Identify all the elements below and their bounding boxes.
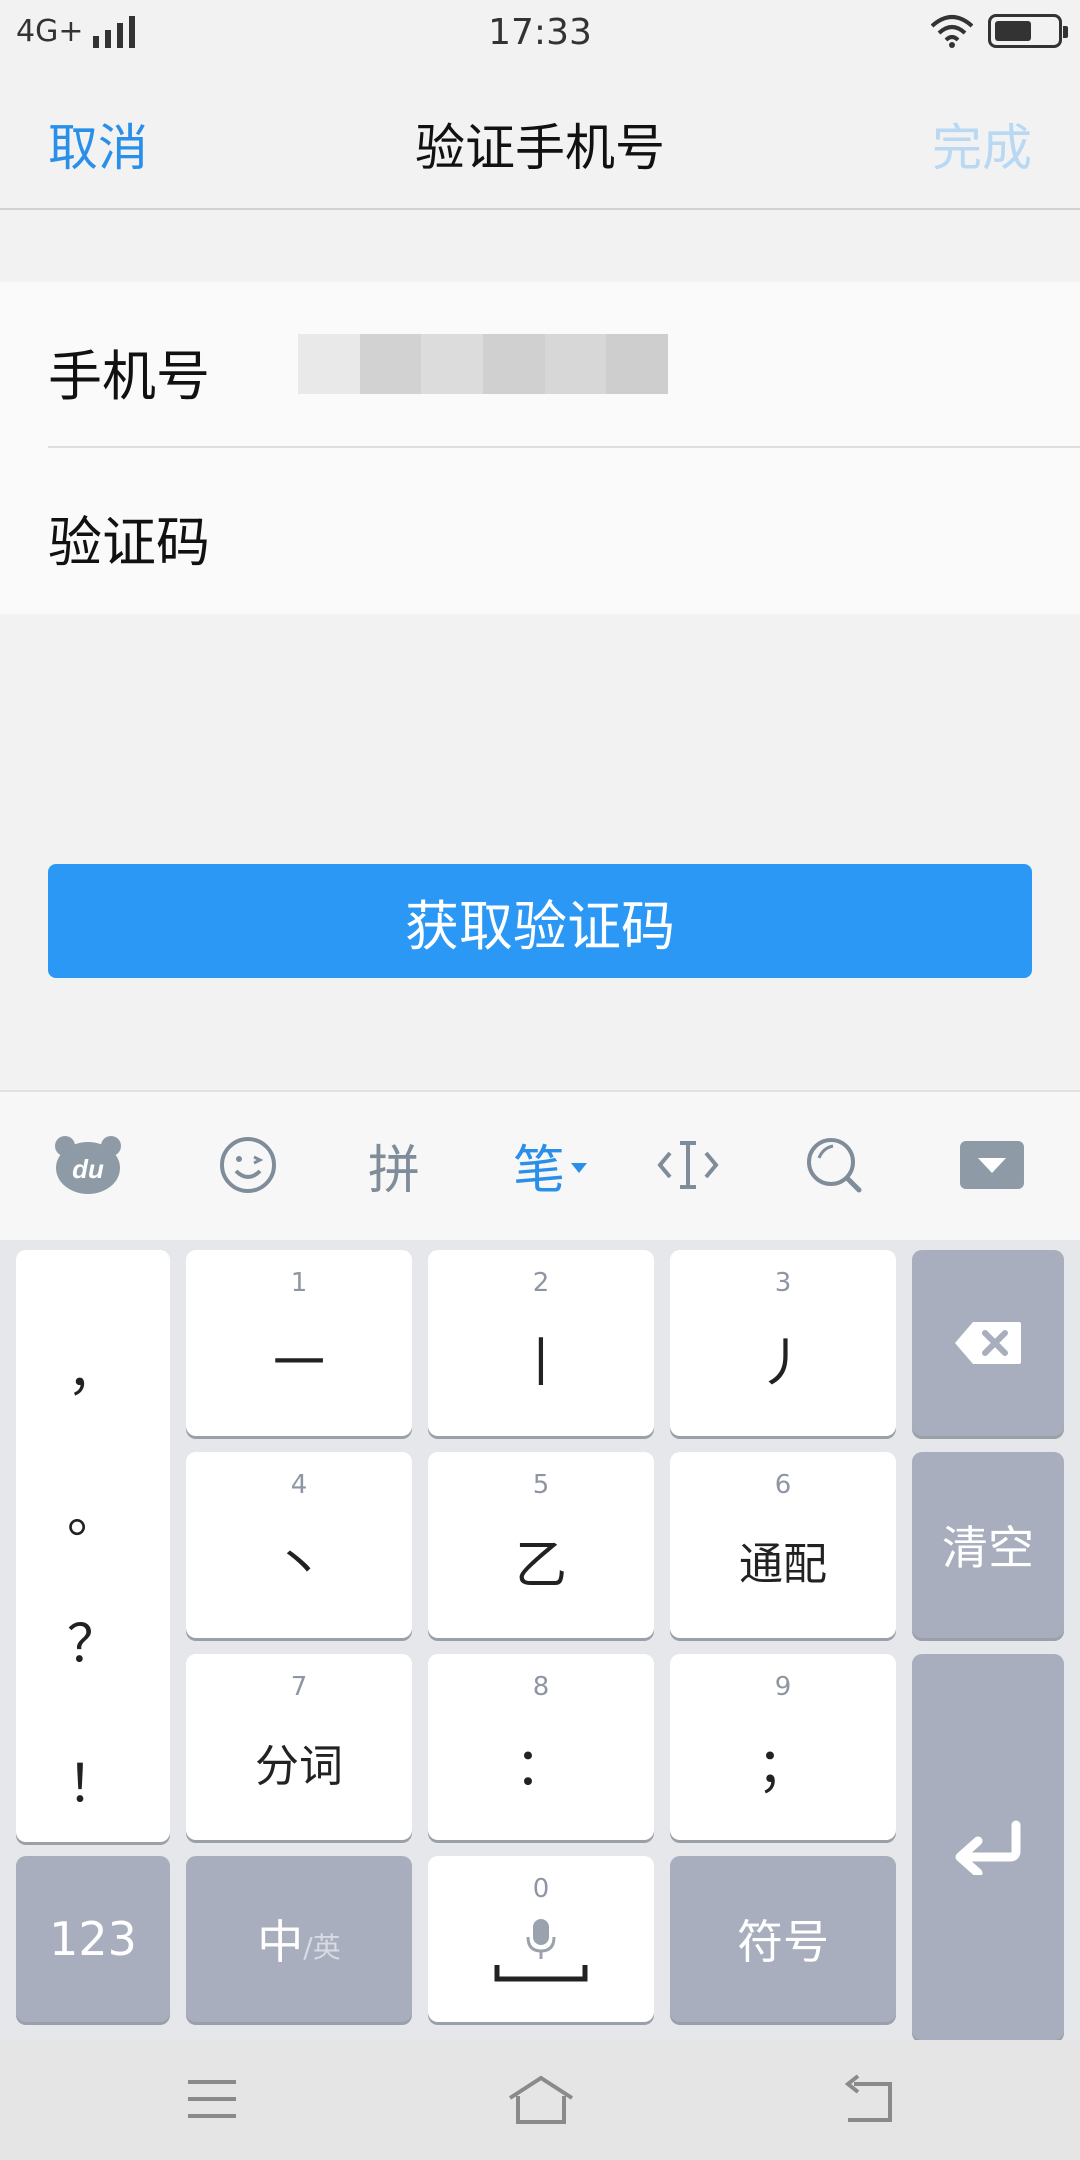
status-time: 17:33 xyxy=(488,12,592,53)
key-number: 3 xyxy=(774,1268,792,1298)
get-code-button[interactable]: 获取验证码 xyxy=(48,864,1032,978)
key-number: 1 xyxy=(290,1268,308,1298)
triangle-down-icon xyxy=(571,1163,587,1173)
key-4[interactable]: 4 丶 xyxy=(186,1452,412,1638)
clear-button[interactable]: 清空 xyxy=(912,1452,1064,1638)
key-number: 5 xyxy=(532,1470,550,1500)
punct-period[interactable]: 。 xyxy=(16,1472,170,1547)
stroke-mode-label: 笔 xyxy=(512,1140,565,1201)
nav-bar: 取消 验证手机号 完成 xyxy=(0,70,1080,210)
key-2[interactable]: 2 丨 xyxy=(428,1250,654,1436)
stroke-keyboard: ， 。 ？ ！ 1 一 2 丨 3 丿 4 丶 5 乙 6 通配 清空 7 分词 xyxy=(0,1240,1080,2040)
stroke-mode-button[interactable]: 笔 xyxy=(506,1120,596,1210)
code-row[interactable]: 验证码 xyxy=(48,448,1080,614)
microphone-icon xyxy=(526,1919,556,1959)
key-5[interactable]: 5 乙 xyxy=(428,1452,654,1638)
punct-comma[interactable]: ， xyxy=(16,1330,170,1405)
page-title: 验证手机号 xyxy=(415,119,665,177)
symbols-button[interactable]: 符号 xyxy=(670,1856,896,2022)
wifi-icon xyxy=(930,15,974,48)
pinyin-mode-button[interactable]: 拼 xyxy=(354,1120,434,1210)
key-8[interactable]: 8 ： xyxy=(428,1654,654,1840)
key-6[interactable]: 6 通配 xyxy=(670,1452,896,1638)
home-icon[interactable] xyxy=(506,2074,576,2126)
phone-input-redacted[interactable] xyxy=(298,334,669,394)
du-bear-icon[interactable]: du xyxy=(48,1120,128,1210)
key-number: 0 xyxy=(532,1874,550,1904)
key-label: 丶 xyxy=(272,1535,325,1596)
key-label: 乙 xyxy=(514,1535,567,1596)
enter-icon xyxy=(955,1820,1021,1875)
svg-text:du: du xyxy=(72,1154,104,1184)
language-switch-button[interactable]: 中 /英 xyxy=(186,1856,412,2022)
key-number: 2 xyxy=(532,1268,550,1298)
space-bar-icon xyxy=(494,1965,588,1982)
key-label: 分词 xyxy=(255,1741,343,1792)
key-number: 6 xyxy=(774,1470,792,1500)
code-label: 验证码 xyxy=(48,511,210,574)
keyboard-toolbar: du 拼 笔 xyxy=(0,1090,1080,1240)
key-1[interactable]: 1 一 xyxy=(186,1250,412,1436)
enter-button[interactable] xyxy=(912,1654,1064,2040)
lang-sub-label: /英 xyxy=(303,1931,341,1964)
key-label: ； xyxy=(756,1737,809,1798)
emoji-icon[interactable] xyxy=(208,1120,288,1210)
key-number: 9 xyxy=(774,1672,792,1702)
menu-icon[interactable] xyxy=(184,2074,240,2124)
search-icon[interactable] xyxy=(794,1120,874,1210)
system-nav-bar xyxy=(0,2040,1080,2160)
key-label: 一 xyxy=(272,1333,325,1394)
key-3[interactable]: 3 丿 xyxy=(670,1250,896,1436)
punctuation-column[interactable]: ， 。 ？ ！ xyxy=(16,1250,170,1842)
phone-label: 手机号 xyxy=(48,345,210,408)
key-number: 7 xyxy=(290,1672,308,1702)
done-button[interactable]: 完成 xyxy=(932,108,1032,180)
key-label: 丨 xyxy=(514,1333,567,1394)
battery-icon xyxy=(988,14,1068,48)
punct-question[interactable]: ？ xyxy=(16,1602,170,1677)
backspace-button[interactable] xyxy=(912,1250,1064,1436)
key-9[interactable]: 9 ； xyxy=(670,1654,896,1840)
key-label: ： xyxy=(514,1737,567,1798)
space-key[interactable]: 0 xyxy=(428,1856,654,2022)
status-right xyxy=(930,14,1068,48)
back-icon[interactable] xyxy=(840,2074,896,2126)
punct-exclaim[interactable]: ！ xyxy=(16,1742,170,1817)
key-label: 通配 xyxy=(739,1539,827,1590)
phone-row[interactable]: 手机号 xyxy=(48,282,1080,448)
cursor-icon[interactable] xyxy=(648,1120,728,1210)
key-7[interactable]: 7 分词 xyxy=(186,1654,412,1840)
backspace-icon xyxy=(955,1322,1021,1364)
status-bar: 4G+ 17:33 xyxy=(0,0,1080,70)
key-number: 8 xyxy=(532,1672,550,1702)
key-number: 4 xyxy=(290,1470,308,1500)
numeric-mode-button[interactable]: 123 xyxy=(16,1856,170,2022)
lang-main-label: 中 xyxy=(257,1915,304,1969)
key-label: 丿 xyxy=(756,1333,809,1394)
verify-form: 手机号 验证码 xyxy=(0,282,1080,614)
collapse-keyboard-icon[interactable] xyxy=(956,1120,1028,1210)
